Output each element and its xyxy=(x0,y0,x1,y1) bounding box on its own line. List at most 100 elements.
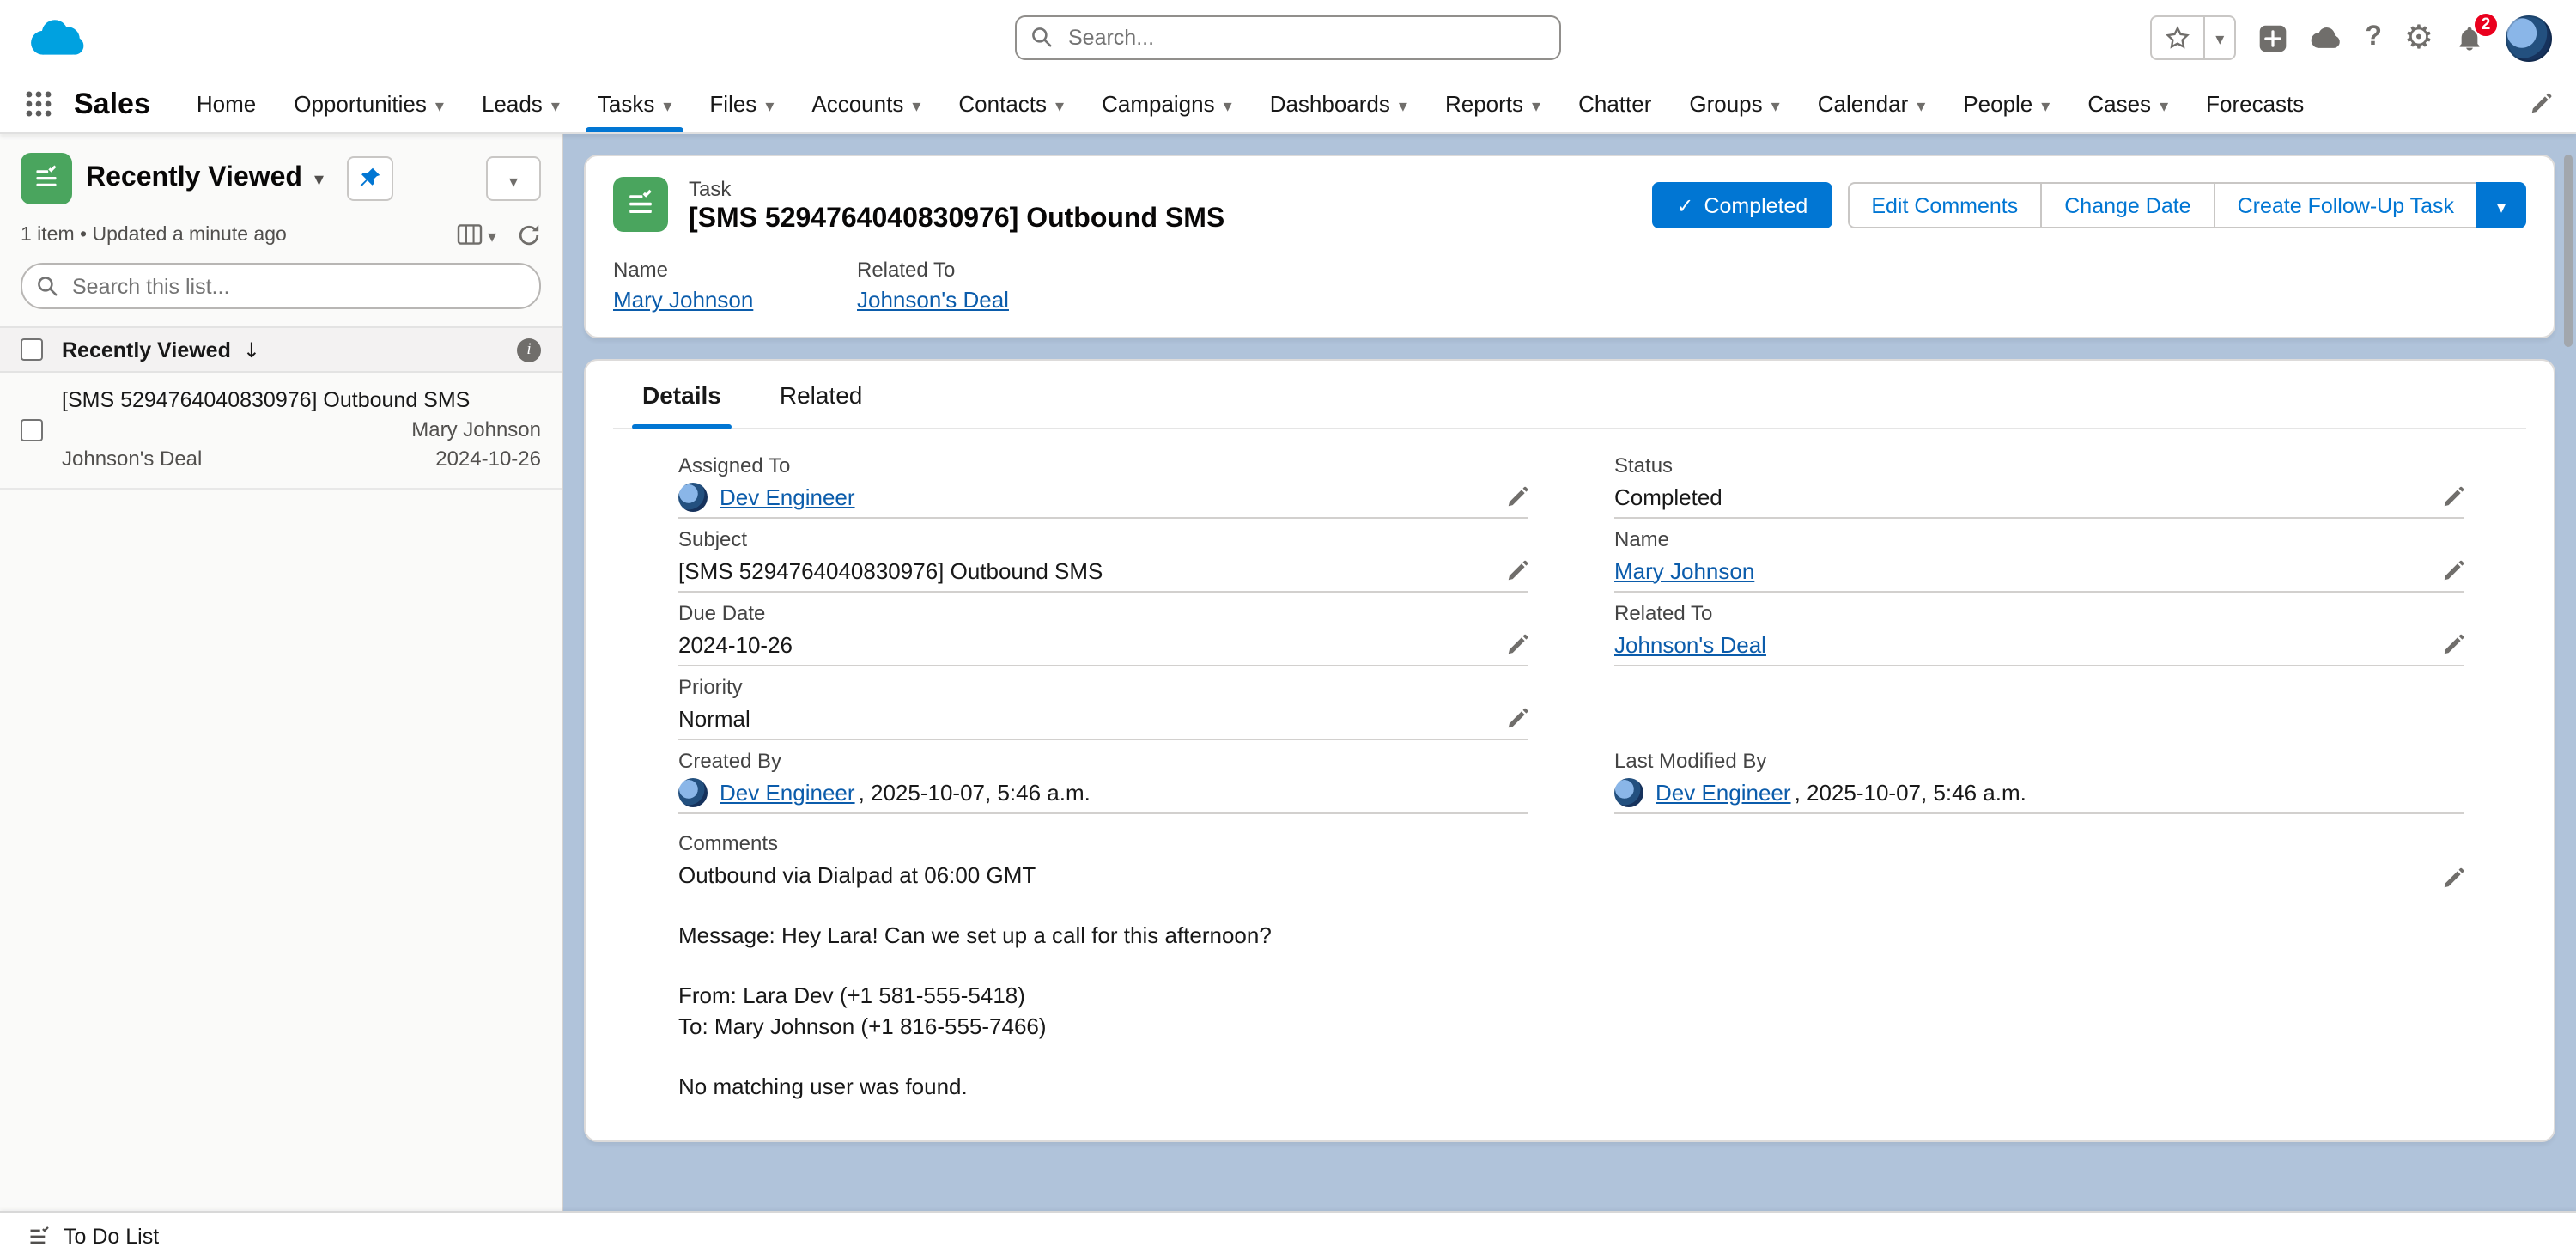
last-modified-by-link[interactable]: Dev Engineer xyxy=(1656,779,1791,805)
nav-item-label: Groups xyxy=(1689,91,1762,117)
list-view-controls-button[interactable] xyxy=(486,156,541,201)
pencil-icon xyxy=(1506,633,1528,655)
more-actions-button[interactable] xyxy=(2476,182,2526,228)
record-page: Task [SMS 5294764040830976] Outbound SMS… xyxy=(563,134,2576,1211)
avatar xyxy=(678,482,708,511)
change-date-button[interactable]: Change Date xyxy=(2040,182,2215,228)
help-button[interactable] xyxy=(2365,22,2382,53)
app-navigation: Sales Home Opportunities Leads Tasks Fil… xyxy=(0,76,2576,134)
guidance-center-button[interactable] xyxy=(2310,26,2342,50)
edit-due-date-button[interactable] xyxy=(1506,633,1528,655)
nav-item-files[interactable]: Files xyxy=(690,76,793,132)
chevron-down-icon xyxy=(2215,22,2224,53)
star-icon[interactable] xyxy=(2152,17,2205,58)
edit-related-to-button[interactable] xyxy=(2442,633,2464,655)
assigned-to-link[interactable]: Dev Engineer xyxy=(720,484,855,509)
list-column-header[interactable]: Recently Viewed xyxy=(62,338,231,362)
nav-item-opportunities[interactable]: Opportunities xyxy=(275,76,463,132)
list-search-input[interactable] xyxy=(21,263,541,309)
notifications-button[interactable]: 2 xyxy=(2456,23,2483,52)
nav-item-label: Leads xyxy=(482,91,543,117)
action-button-group: Edit Comments Change Date Create Follow-… xyxy=(1847,182,2526,228)
field-label: Last Modified By xyxy=(1614,749,2464,773)
favorites-button[interactable] xyxy=(2150,15,2236,60)
nav-item-reports[interactable]: Reports xyxy=(1426,76,1559,132)
pencil-icon xyxy=(2442,485,2464,508)
sort-desc-icon xyxy=(243,334,260,365)
nav-item-forecasts[interactable]: Forecasts xyxy=(2187,76,2323,132)
row-title-link[interactable]: [SMS 5294764040830976] Outbound SMS xyxy=(62,388,541,412)
nav-item-contacts[interactable]: Contacts xyxy=(939,76,1083,132)
field-related-to: Related To Johnson's Deal xyxy=(1614,601,2464,666)
details-field-grid: Assigned To Dev Engineer Status Co xyxy=(586,429,2554,1110)
nav-item-dashboards[interactable]: Dashboards xyxy=(1251,76,1426,132)
table-columns-icon xyxy=(457,223,483,246)
related-to-link[interactable]: Johnson's Deal xyxy=(1614,631,1766,657)
edit-comments-button[interactable]: Edit Comments xyxy=(1847,182,2042,228)
task-list-icon xyxy=(21,153,72,204)
nav-item-label: Campaigns xyxy=(1102,91,1215,117)
due-date-value: 2024-10-26 xyxy=(678,631,1489,657)
favorites-dropdown[interactable] xyxy=(2205,17,2234,58)
nav-item-groups[interactable]: Groups xyxy=(1670,76,1798,132)
list-view-selector[interactable]: Recently Viewed xyxy=(86,163,324,194)
scrollbar[interactable] xyxy=(2564,155,2573,347)
display-settings-button[interactable] xyxy=(457,222,496,247)
nav-item-campaigns[interactable]: Campaigns xyxy=(1083,76,1251,132)
select-all-checkbox[interactable] xyxy=(21,338,43,361)
app-launcher-button[interactable] xyxy=(24,89,53,119)
global-search xyxy=(1015,15,1561,60)
completed-button[interactable]: Completed xyxy=(1652,182,1832,228)
edit-name-button[interactable] xyxy=(2442,559,2464,581)
avatar[interactable] xyxy=(2506,15,2552,61)
global-header: 2 xyxy=(0,0,2576,76)
refresh-button[interactable] xyxy=(517,222,541,246)
list-row[interactable]: [SMS 5294764040830976] Outbound SMS Mary… xyxy=(0,373,562,490)
avatar xyxy=(678,777,708,806)
search-icon xyxy=(36,275,58,297)
create-follow-up-task-button[interactable]: Create Follow-Up Task xyxy=(2214,182,2478,228)
nav-item-people[interactable]: People xyxy=(1944,76,2069,132)
setup-button[interactable] xyxy=(2404,21,2433,54)
global-actions-button[interactable] xyxy=(2258,23,2287,52)
nav-item-accounts[interactable]: Accounts xyxy=(793,76,939,132)
nav-item-label: Chatter xyxy=(1578,91,1651,117)
record-name-link[interactable]: Mary Johnson xyxy=(613,287,753,313)
check-icon xyxy=(1676,193,1693,217)
edit-status-button[interactable] xyxy=(2442,485,2464,508)
field-assigned-to: Assigned To Dev Engineer xyxy=(678,453,1528,519)
global-search-input[interactable] xyxy=(1015,15,1561,60)
chevron-down-icon xyxy=(2497,193,2506,217)
edit-comments-field-button[interactable] xyxy=(2442,867,2464,890)
record-related-to-link[interactable]: Johnson's Deal xyxy=(857,287,1009,313)
avatar xyxy=(1614,777,1643,806)
field-label: Created By xyxy=(678,749,1528,773)
comments-text: Outbound via Dialpad at 06:00 GMT Messag… xyxy=(678,857,2425,1101)
pin-list-button[interactable] xyxy=(346,156,392,201)
edit-assigned-to-button[interactable] xyxy=(1506,485,1528,508)
tab-related[interactable]: Related xyxy=(750,361,892,428)
tab-details[interactable]: Details xyxy=(613,361,750,428)
nav-item-label: Calendar xyxy=(1818,91,1909,117)
nav-item-leads[interactable]: Leads xyxy=(463,76,579,132)
search-icon xyxy=(1030,26,1053,48)
nav-item-tasks[interactable]: Tasks xyxy=(579,76,691,132)
app-name[interactable]: Sales xyxy=(74,87,150,121)
edit-navigation-button[interactable] xyxy=(2530,93,2552,115)
record-title: [SMS 5294764040830976] Outbound SMS xyxy=(689,204,1224,235)
nav-item-cases[interactable]: Cases xyxy=(2069,76,2187,132)
edit-priority-button[interactable] xyxy=(1506,707,1528,729)
nav-item-home[interactable]: Home xyxy=(178,76,275,132)
nav-item-label: Files xyxy=(709,91,756,117)
nav-item-label: People xyxy=(1963,91,2032,117)
row-checkbox[interactable] xyxy=(21,418,43,441)
nav-item-chatter[interactable]: Chatter xyxy=(1559,76,1670,132)
edit-subject-button[interactable] xyxy=(1506,559,1528,581)
todo-list-button[interactable]: To Do List xyxy=(10,1213,176,1259)
name-link[interactable]: Mary Johnson xyxy=(1614,557,1754,583)
created-by-link[interactable]: Dev Engineer xyxy=(720,779,855,805)
record-tabs: Details Related xyxy=(613,361,2526,429)
nav-item-label: Reports xyxy=(1445,91,1523,117)
nav-item-calendar[interactable]: Calendar xyxy=(1799,76,1945,132)
notification-badge: 2 xyxy=(2473,11,2499,37)
